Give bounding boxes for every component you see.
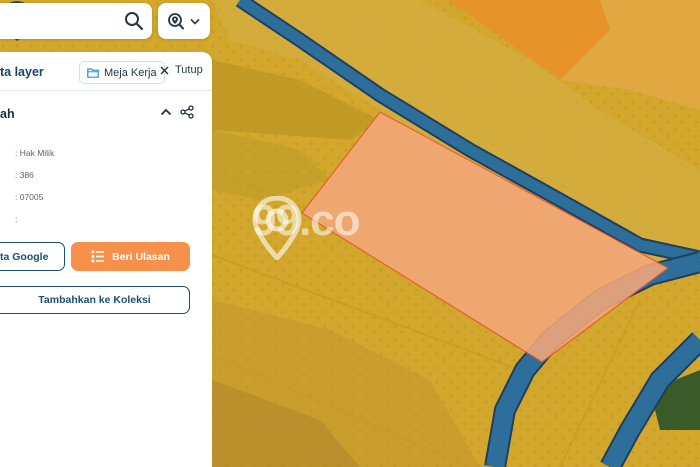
- search-bar[interactable]: [0, 3, 152, 39]
- workspace-button-label: Meja Kerja: [104, 66, 157, 79]
- google-maps-button[interactable]: ta Google: [0, 242, 65, 271]
- review-button[interactable]: Beri Ulasan: [71, 242, 190, 271]
- add-to-collection-button-label: Tambahkan ke Koleksi: [38, 294, 151, 306]
- add-to-collection-button[interactable]: Tambahkan ke Koleksi: [0, 286, 190, 314]
- close-button-label: Tutup: [175, 64, 203, 76]
- close-icon: [160, 66, 169, 74]
- attribute-value: :: [15, 214, 18, 224]
- folder-icon: [87, 67, 99, 78]
- attribute-value: : Hak Milik: [15, 148, 55, 158]
- watermark-logo-icon: [252, 196, 302, 260]
- attribute-value: : 07005: [15, 192, 44, 202]
- attribute-value: : 386: [15, 170, 34, 180]
- review-button-label: Beri Ulasan: [112, 250, 170, 263]
- panel-title: ta layer: [0, 65, 44, 79]
- chevron-up-icon[interactable]: [160, 107, 172, 117]
- watermark: 99.co: [252, 196, 361, 260]
- panel-header: ta layer Meja Kerja Tutup: [0, 52, 212, 90]
- google-maps-button-label: ta Google: [0, 250, 49, 263]
- share-icon[interactable]: [180, 105, 194, 119]
- workspace-button[interactable]: Meja Kerja: [79, 61, 165, 84]
- zoom-location-icon: [168, 12, 184, 29]
- layer-data-panel: ta layer Meja Kerja Tutup ah : Hak Milik…: [0, 52, 212, 467]
- location-search-dropdown[interactable]: [158, 3, 210, 39]
- section-title: ah: [0, 107, 15, 121]
- list-icon: [91, 250, 105, 263]
- chevron-down-icon: [190, 18, 200, 25]
- search-icon[interactable]: [124, 11, 144, 31]
- close-button[interactable]: Tutup: [160, 64, 203, 76]
- panel-divider: [0, 90, 212, 91]
